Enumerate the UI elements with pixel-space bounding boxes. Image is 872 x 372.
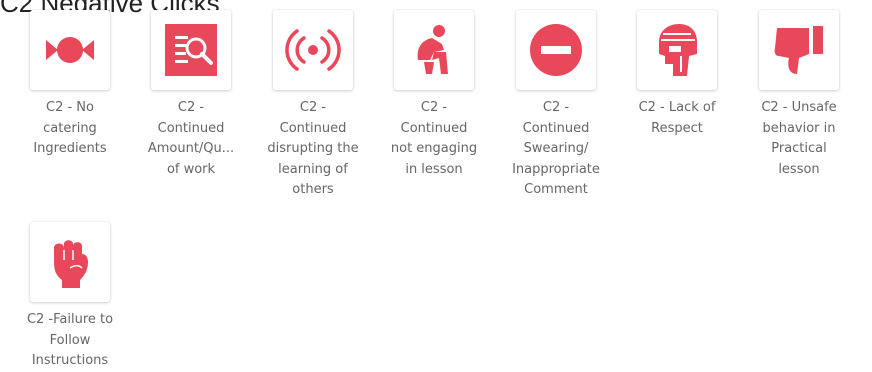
icon-tile[interactable]: [273, 10, 353, 90]
click-no-catering-ingredients[interactable]: C2 - No catering Ingredients: [15, 10, 125, 160]
icon-tile[interactable]: [637, 10, 717, 90]
icon-tile[interactable]: [516, 10, 596, 90]
thumbs-down-icon: [774, 26, 823, 74]
click-label: C2 - Continued not engaging in lesson: [390, 100, 478, 177]
click-continued-swearing[interactable]: C2 - Continued Swearing/ Inappropriate C…: [501, 10, 611, 201]
head-in-hands-icon: [417, 25, 448, 74]
no-entry-icon: [530, 24, 582, 76]
click-label: C2 - Continued disrupting the learning o…: [267, 100, 359, 197]
click-label: C2 - Unsafe behavior in Practical lesson: [761, 100, 837, 177]
document-search-icon: [165, 24, 217, 76]
click-label: C2 - Lack of Respect: [638, 100, 716, 136]
click-label: C2 - Continued Amount/Qu... of work: [147, 100, 235, 177]
icon-tile[interactable]: [759, 10, 839, 90]
broadcast-icon: [285, 29, 341, 71]
icon-tile[interactable]: [394, 10, 474, 90]
icon-tile[interactable]: [30, 10, 110, 90]
raised-fist-icon: [54, 240, 88, 288]
click-continued-amount-of-work[interactable]: C2 - Continued Amount/Qu... of work: [136, 10, 246, 180]
click-unsafe-behavior[interactable]: C2 - Unsafe behavior in Practical lesson: [744, 10, 854, 180]
negative-clicks-grid: C2 - No catering Ingredients C2 - Contin…: [0, 0, 872, 371]
click-continued-not-engaging[interactable]: C2 - Continued not engaging in lesson: [379, 10, 489, 180]
spartan-helmet-icon: [659, 24, 697, 76]
click-failure-to-follow-instructions[interactable]: C2 -Failure to Follow Instructions: [15, 222, 125, 372]
click-continued-disrupting-learning[interactable]: C2 - Continued disrupting the learning o…: [258, 10, 368, 201]
icon-tile[interactable]: [151, 10, 231, 90]
click-label: C2 - Continued Swearing/ Inappropriate C…: [512, 100, 600, 197]
candy-icon: [46, 37, 94, 63]
click-lack-of-respect[interactable]: C2 - Lack of Respect: [622, 10, 732, 139]
click-label: C2 -Failure to Follow Instructions: [26, 312, 114, 368]
click-label: C2 - No catering Ingredients: [33, 100, 107, 156]
icon-tile[interactable]: [30, 222, 110, 302]
